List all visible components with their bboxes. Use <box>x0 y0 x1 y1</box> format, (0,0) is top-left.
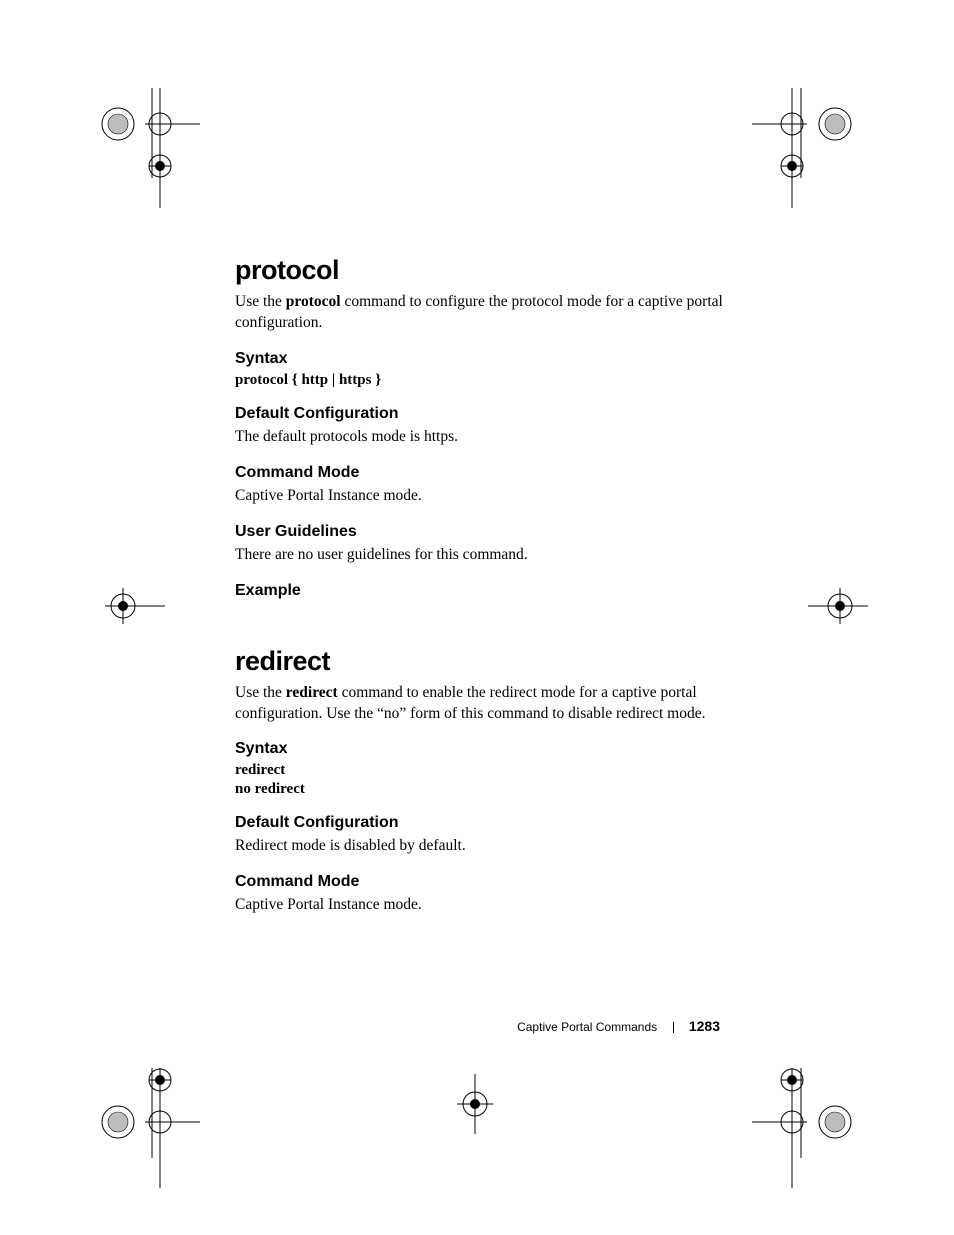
command-mode-body: Captive Portal Instance mode. <box>235 895 735 916</box>
heading-example: Example <box>235 582 735 600</box>
page-footer: Captive Portal Commands 1283 <box>235 1018 720 1034</box>
registration-mark-icon <box>752 88 807 208</box>
command-mode-body: Captive Portal Instance mode. <box>235 486 735 507</box>
intro-bold: protocol <box>286 293 341 310</box>
default-config-body: The default protocols mode is https. <box>235 427 735 448</box>
section-intro: Use the protocol command to configure th… <box>235 292 735 334</box>
section-intro: Use the redirect command to enable the r… <box>235 683 735 725</box>
default-config-body: Redirect mode is disabled by default. <box>235 836 735 857</box>
registration-mark-icon <box>450 1074 500 1134</box>
intro-text: Use the <box>235 293 286 310</box>
heading-default-config: Default Configuration <box>235 405 735 423</box>
registration-mark-icon <box>800 88 855 178</box>
registration-mark-icon <box>800 1068 855 1158</box>
heading-syntax: Syntax <box>235 350 735 368</box>
registration-mark-icon <box>752 1068 807 1188</box>
footer-separator-icon <box>673 1022 674 1033</box>
intro-text: Use the <box>235 684 286 701</box>
registration-mark-icon <box>98 1068 153 1158</box>
heading-command-mode: Command Mode <box>235 464 735 482</box>
footer-chapter: Captive Portal Commands <box>517 1020 657 1034</box>
syntax-line: no redirect <box>235 781 735 798</box>
section-title-redirect: redirect <box>235 646 735 677</box>
heading-command-mode: Command Mode <box>235 873 735 891</box>
registration-mark-icon <box>105 576 165 636</box>
registration-mark-icon <box>145 88 200 208</box>
registration-mark-icon <box>808 576 868 636</box>
heading-syntax: Syntax <box>235 740 735 758</box>
heading-user-guidelines: User Guidelines <box>235 523 735 541</box>
registration-mark-icon <box>98 88 153 178</box>
heading-default-config: Default Configuration <box>235 814 735 832</box>
syntax-line: redirect <box>235 762 735 779</box>
section-title-protocol: protocol <box>235 255 735 286</box>
user-guidelines-body: There are no user guidelines for this co… <box>235 545 735 566</box>
syntax-line: protocol { http | https } <box>235 372 735 389</box>
footer-page-number: 1283 <box>689 1018 720 1034</box>
intro-bold: redirect <box>286 684 338 701</box>
registration-mark-icon <box>145 1068 200 1188</box>
page-content: protocol Use the protocol command to con… <box>235 255 735 928</box>
